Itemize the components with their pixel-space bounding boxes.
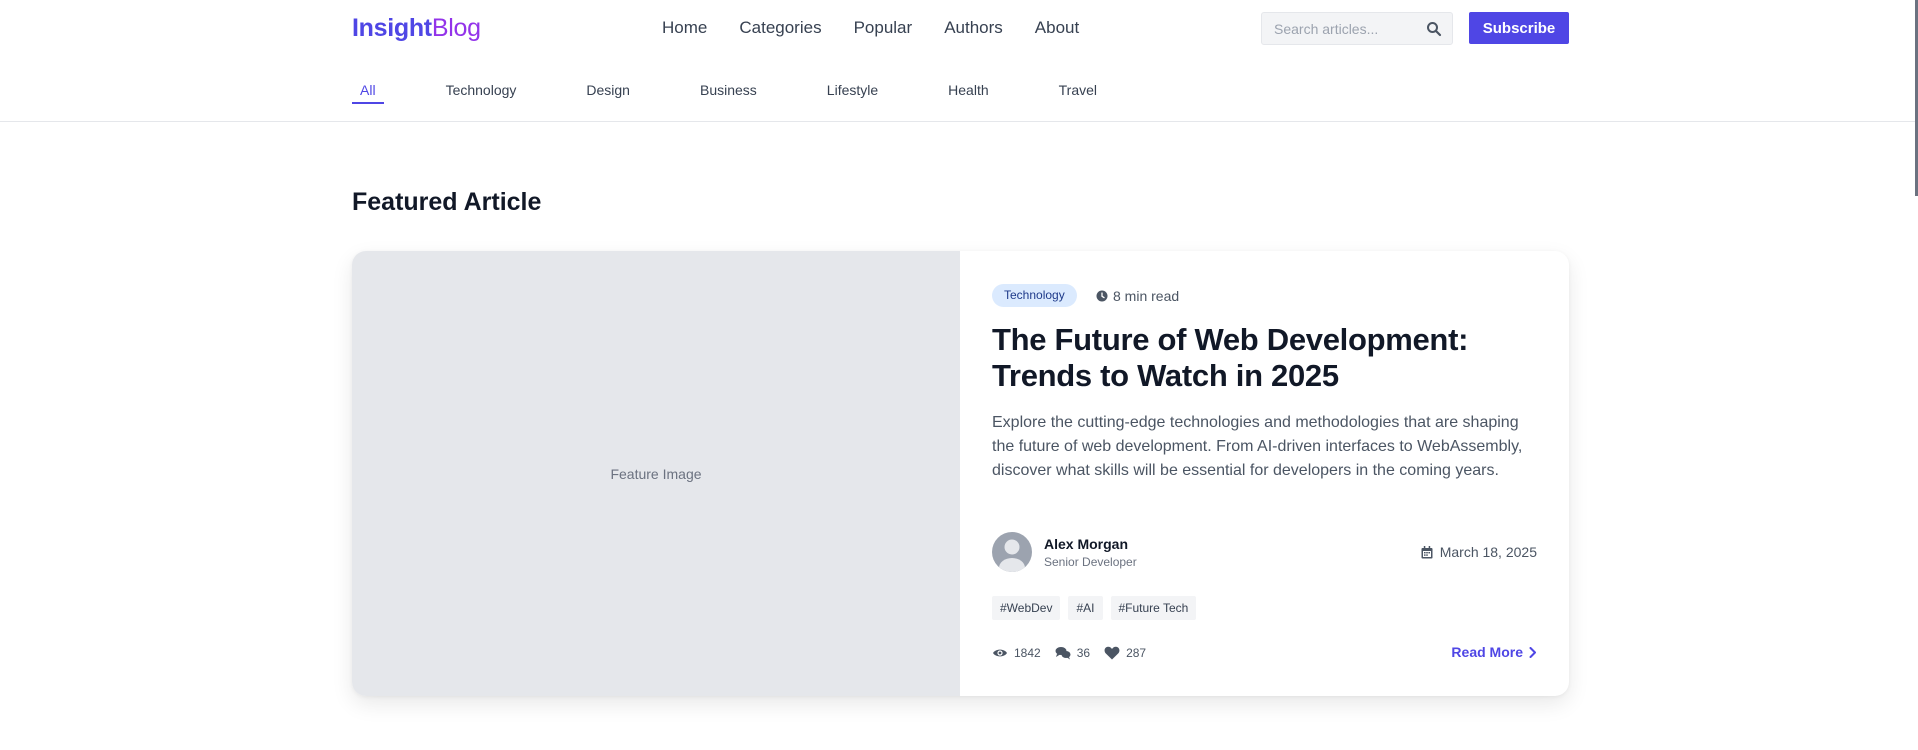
site-logo[interactable]: InsightBlog [352,14,481,43]
likes-stat[interactable]: 287 [1104,646,1146,660]
category-badge[interactable]: Technology [992,284,1077,307]
author-role: Senior Developer [1044,555,1137,569]
subscribe-button[interactable]: Subscribe [1469,12,1569,44]
feature-image[interactable]: Feature Image [352,251,960,696]
site-header: InsightBlog Home Categories Popular Auth… [0,0,1918,122]
tab-health[interactable]: Health [940,82,996,102]
nav-authors[interactable]: Authors [944,18,1003,38]
nav-popular[interactable]: Popular [854,18,913,38]
calendar-icon [1421,545,1433,558]
logo-text-primary: Insight [352,14,432,42]
eye-icon [993,649,1007,657]
views-stat: 1842 [992,646,1041,660]
featured-article-card: Feature Image Technology 8 min read The … [352,251,1569,696]
tab-technology[interactable]: Technology [438,82,525,102]
comments-count: 36 [1076,646,1091,660]
comments-icon [1055,647,1071,660]
nav-categories[interactable]: Categories [739,18,821,38]
tag-webdev[interactable]: #WebDev [992,596,1061,620]
tab-lifestyle[interactable]: Lifestyle [819,82,886,102]
heart-icon [1104,646,1120,660]
author-name[interactable]: Alex Morgan [1044,536,1128,552]
read-time-text: 8 min read [1113,288,1180,304]
tag-ai[interactable]: #AI [1068,596,1103,620]
article-content: Technology 8 min read The Future of Web … [992,251,1537,696]
comments-stat[interactable]: 36 [1055,646,1090,660]
clock-icon [1096,290,1108,302]
main-nav: Home Categories Popular Authors About [662,18,1079,38]
article-title[interactable]: The Future of Web Development: Trends to… [992,322,1537,394]
search-icon[interactable] [1426,21,1442,37]
logo-text-secondary: Blog [431,14,481,42]
section-title: Featured Article [352,188,542,216]
search-box [1261,12,1453,45]
likes-count: 287 [1126,646,1147,660]
feature-image-label: Feature Image [610,465,702,482]
tab-business[interactable]: Business [692,82,765,102]
tab-design[interactable]: Design [578,82,638,102]
chevron-right-icon [1529,646,1536,658]
read-more-link[interactable]: Read More [1451,644,1537,660]
tab-travel[interactable]: Travel [1051,82,1105,102]
read-more-label: Read More [1451,644,1523,660]
read-time: 8 min read [1096,288,1179,304]
tag-future-tech[interactable]: #Future Tech [1110,596,1197,620]
article-excerpt: Explore the cutting-edge technologies an… [992,414,1523,479]
publish-date: March 18, 2025 [1421,544,1537,560]
tag-list: #WebDev #AI #Future Tech [992,596,1197,620]
publish-date-text: March 18, 2025 [1439,544,1537,560]
tab-all[interactable]: All [352,82,384,104]
views-count: 1842 [1014,646,1041,660]
search-input[interactable] [1262,13,1422,44]
nav-home[interactable]: Home [662,18,707,38]
author-avatar[interactable] [992,532,1032,572]
category-tabs: All Technology Design Business Lifestyle… [352,82,1159,104]
nav-about[interactable]: About [1035,18,1079,38]
article-stats: 1842 36 287 [992,646,1160,660]
user-avatar-icon [999,539,1025,572]
